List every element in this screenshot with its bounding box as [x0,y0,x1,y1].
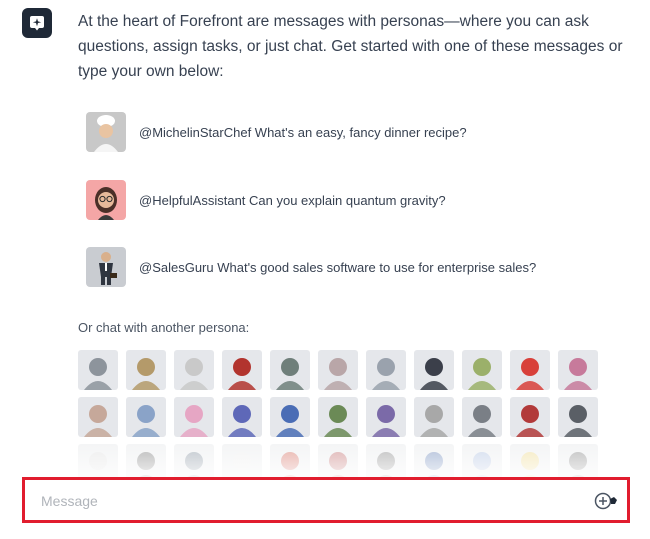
sparkle-icon [30,16,44,31]
chef-avatar [86,112,126,152]
persona-avatar[interactable] [222,350,262,390]
suggestion-michelin-star-chef[interactable]: @MichelinStarChef What's an easy, fancy … [86,112,467,152]
suggestion-text: @SalesGuru What's good sales software to… [139,259,537,275]
persona-avatar[interactable] [510,397,550,437]
persona-avatar[interactable] [510,444,550,478]
persona-avatar[interactable] [462,397,502,437]
forefront-bot-icon [22,8,52,38]
persona-avatar[interactable] [174,444,214,478]
persona-avatar[interactable] [366,350,406,390]
persona-avatar[interactable] [78,397,118,437]
persona-avatar[interactable] [558,444,598,478]
persona-avatar[interactable] [414,397,454,437]
suggestion-text: @HelpfulAssistant Can you explain quantu… [139,192,446,208]
persona-avatar[interactable] [78,350,118,390]
persona-avatar[interactable] [174,397,214,437]
persona-avatar[interactable] [270,397,310,437]
message-composer [22,477,630,523]
persona-avatar[interactable] [558,350,598,390]
persona-avatar[interactable] [126,444,166,478]
persona-avatar[interactable] [462,350,502,390]
persona-avatar[interactable] [414,350,454,390]
persona-avatar[interactable] [318,444,358,478]
persona-avatar[interactable] [270,350,310,390]
suggestion-text: @MichelinStarChef What's an easy, fancy … [139,124,467,140]
persona-avatar[interactable] [270,444,310,478]
suggestion-sales-guru[interactable]: @SalesGuru What's good sales software to… [86,247,536,287]
persona-avatar[interactable] [222,444,262,478]
add-attachment-button[interactable] [594,491,618,511]
persona-avatar[interactable] [414,444,454,478]
persona-avatar[interactable] [318,397,358,437]
persona-section-label: Or chat with another persona: [78,320,250,335]
persona-avatar[interactable] [462,444,502,478]
persona-avatar[interactable] [318,350,358,390]
persona-avatar[interactable] [366,397,406,437]
persona-avatar[interactable] [78,444,118,478]
persona-avatar[interactable] [174,350,214,390]
persona-grid [78,350,598,478]
persona-avatar[interactable] [558,397,598,437]
persona-avatar[interactable] [366,444,406,478]
message-input[interactable] [39,487,583,515]
plus-circle-icon [594,492,617,510]
persona-avatar[interactable] [126,350,166,390]
suggestion-helpful-assistant[interactable]: @HelpfulAssistant Can you explain quantu… [86,180,446,220]
persona-avatar[interactable] [126,397,166,437]
assistant-avatar [86,180,126,220]
persona-avatar[interactable] [510,350,550,390]
sales-guru-avatar [86,247,126,287]
persona-avatar[interactable] [222,397,262,437]
intro-message: At the heart of Forefront are messages w… [78,13,623,80]
